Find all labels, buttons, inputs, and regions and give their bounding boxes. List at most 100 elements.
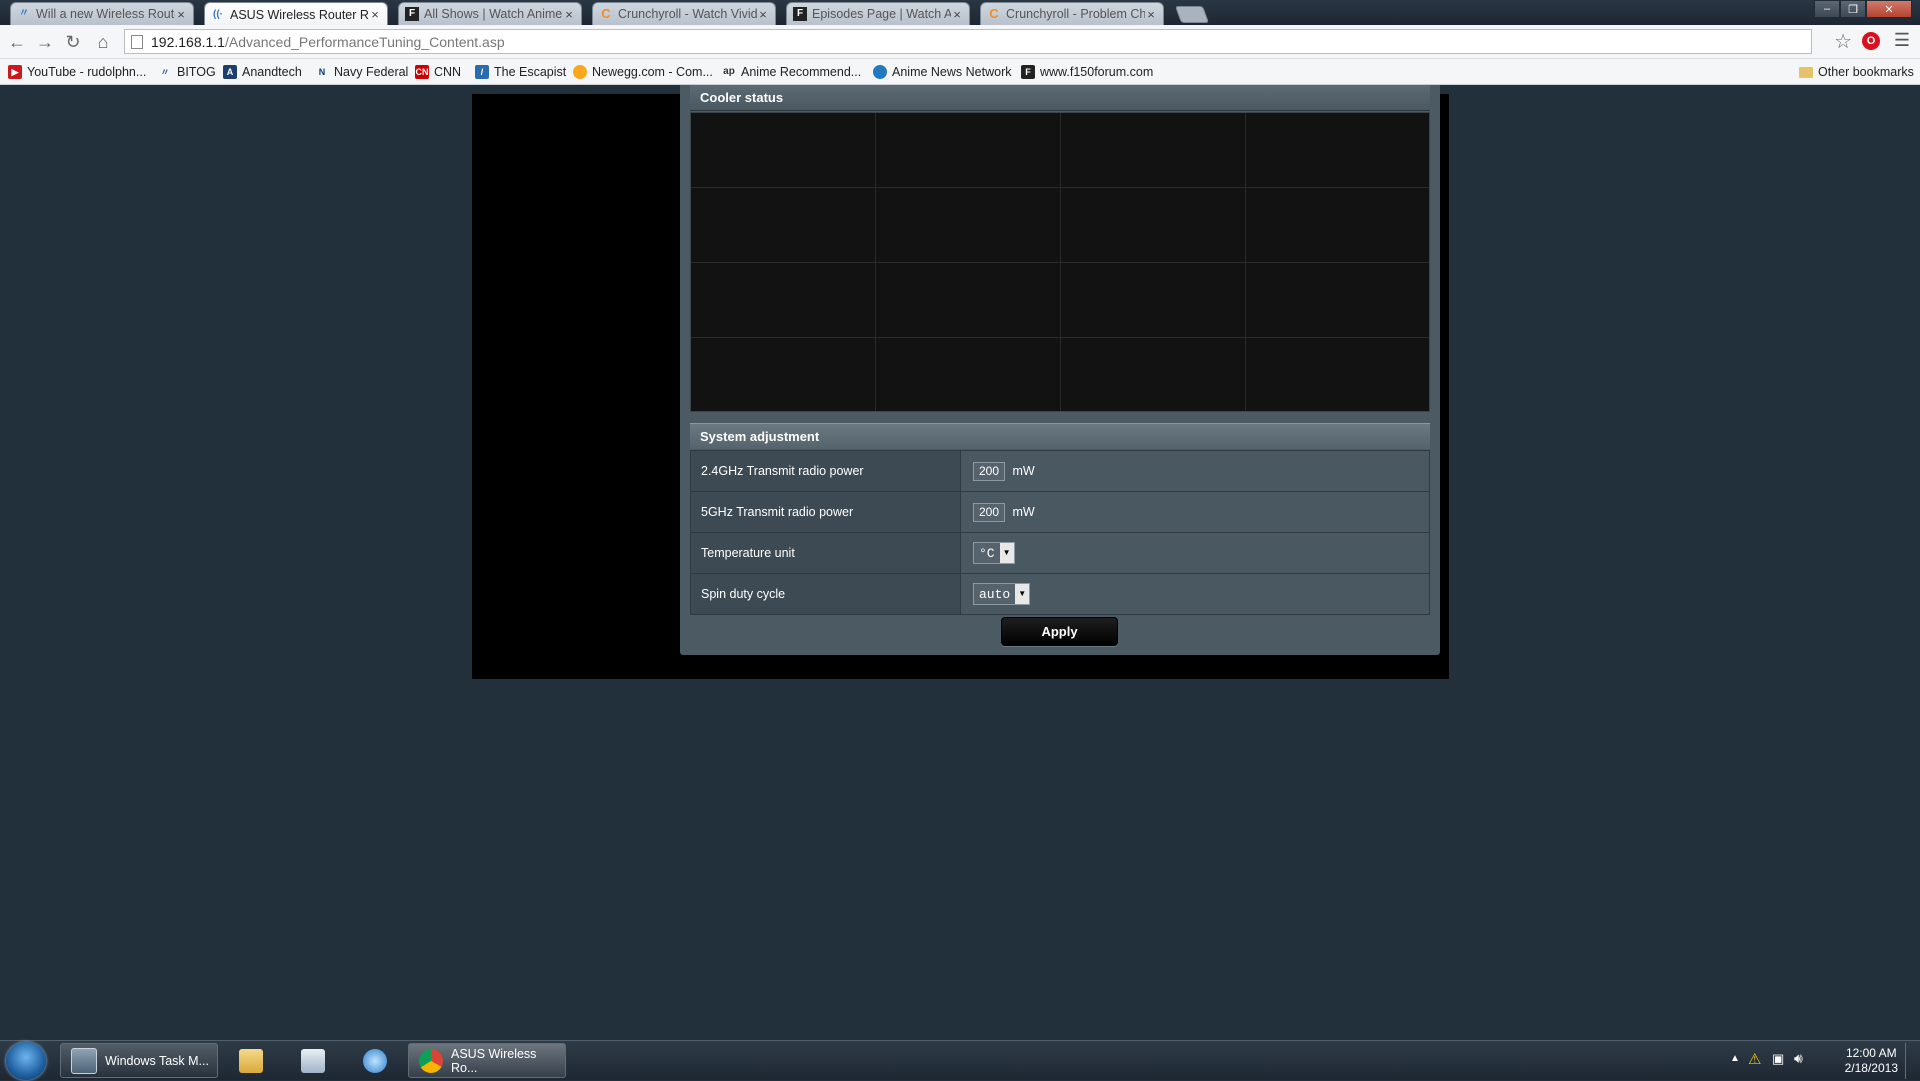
setting-value-cell: auto ▼	[960, 573, 1430, 615]
tab-title: Crunchyroll - Problem Ch	[1006, 7, 1145, 21]
url-host: 192.168.1.1	[151, 33, 225, 50]
browser-toolbar: ← → ↻ ⌂ 192.168.1.1/Advanced_Performance…	[0, 25, 1920, 59]
setting-value-cell: mW	[960, 450, 1430, 492]
bookmark-label: CNN	[434, 65, 462, 79]
crunchyroll-favicon: C	[989, 6, 999, 21]
tab-title: Crunchyroll - Watch Vivid	[618, 7, 757, 21]
close-tab-icon[interactable]: ×	[563, 7, 575, 22]
newegg-icon	[573, 65, 587, 79]
setting-row-24ghz-power: 2.4GHz Transmit radio power mW	[690, 450, 1430, 492]
bookmark-the-escapist[interactable]: / The Escapist	[475, 63, 566, 81]
select-value: auto	[979, 586, 1011, 602]
taskbar-outlook[interactable]	[286, 1043, 340, 1078]
wifi-favicon: ((·	[213, 8, 223, 20]
unit-label: mW	[1012, 464, 1035, 478]
taskbar-explorer[interactable]	[224, 1043, 278, 1078]
maximize-icon[interactable]: ❐	[1840, 0, 1866, 18]
start-button[interactable]	[6, 1042, 46, 1080]
tab-crunchyroll-problem[interactable]: C Crunchyroll - Problem Ch ×	[980, 2, 1164, 25]
ann-icon	[873, 65, 887, 79]
5ghz-power-input[interactable]	[973, 502, 1005, 522]
clock[interactable]: 12:00 AM 2/18/2013	[1845, 1046, 1898, 1076]
back-icon[interactable]: ←	[6, 31, 28, 53]
setting-label: 2.4GHz Transmit radio power	[690, 450, 961, 492]
setting-label: 5GHz Transmit radio power	[690, 491, 961, 533]
bookmark-youtube[interactable]: ▶ YouTube - rudolphn...	[8, 63, 146, 81]
bookmark-newegg[interactable]: Newegg.com - Com...	[573, 63, 713, 81]
escapist-icon: /	[475, 65, 489, 79]
forward-icon[interactable]: →	[34, 31, 56, 53]
taskbar-itunes[interactable]	[348, 1043, 402, 1078]
close-tab-icon[interactable]: ×	[951, 7, 963, 22]
other-bookmarks[interactable]: Other bookmarks	[1799, 63, 1914, 81]
chart-grid	[691, 113, 1429, 411]
itunes-icon	[363, 1048, 387, 1073]
system-adjustment-table: 2.4GHz Transmit radio power mW 5GHz Tran…	[690, 450, 1430, 615]
setting-row-5ghz-power: 5GHz Transmit radio power mW	[690, 491, 1430, 533]
taskbar-task-manager[interactable]: Windows Task M...	[60, 1043, 218, 1078]
extension-icon[interactable]: O	[1862, 32, 1880, 50]
spin-duty-cycle-select[interactable]: auto ▼	[973, 583, 1031, 605]
home-icon[interactable]: ⌂	[92, 31, 114, 53]
address-bar[interactable]: 192.168.1.1/Advanced_PerformanceTuning_C…	[124, 29, 1812, 54]
close-window-icon[interactable]: ✕	[1866, 0, 1912, 18]
tab-title: Will a new Wireless Router	[36, 7, 175, 21]
youtube-icon: ▶	[8, 65, 22, 79]
warning-icon[interactable]: ⚠	[1748, 1050, 1761, 1068]
content-panel: Cooler status System adjustment 2.4GHz T…	[680, 85, 1440, 655]
close-tab-icon[interactable]: ×	[369, 7, 381, 22]
tray-expand-icon[interactable]: ▲	[1730, 1053, 1740, 1064]
temperature-unit-select[interactable]: °C ▼	[973, 542, 1015, 564]
bookmark-anime-news-network[interactable]: Anime News Network	[873, 63, 1011, 81]
folder-icon	[1799, 66, 1813, 78]
taskbar-chrome[interactable]: ASUS Wireless Ro...	[408, 1043, 566, 1078]
ap-icon: ap	[723, 66, 735, 77]
24ghz-power-input[interactable]	[973, 461, 1005, 481]
setting-label: Temperature unit	[690, 532, 961, 574]
tab-will-a-new-wireless-router[interactable]: 〃 Will a new Wireless Router ×	[10, 2, 194, 25]
anandtech-icon: A	[223, 65, 237, 79]
close-tab-icon[interactable]: ×	[1145, 7, 1157, 22]
tab-asus-wireless-router[interactable]: ((· ASUS Wireless Router RT-N ×	[204, 2, 388, 26]
close-tab-icon[interactable]: ×	[757, 7, 769, 22]
tab-title: Episodes Page | Watch An	[812, 7, 951, 21]
bookmark-anime-recommend[interactable]: ap Anime Recommend...	[722, 63, 861, 81]
page-icon	[131, 34, 143, 49]
clock-time: 12:00 AM	[1845, 1046, 1897, 1060]
network-icon[interactable]: ▣	[1772, 1051, 1784, 1067]
bookmark-label: Anandtech	[242, 65, 302, 79]
bookmark-bitog[interactable]: 〃 BITOG	[158, 63, 216, 81]
url-path: /Advanced_PerformanceTuning_Content.asp	[224, 33, 505, 50]
bookmark-anandtech[interactable]: A Anandtech	[223, 63, 302, 81]
bookmark-navy-federal[interactable]: N Navy Federal	[315, 63, 409, 81]
bookmark-label: Anime Recommend...	[741, 65, 862, 79]
minimize-icon[interactable]: –	[1814, 0, 1840, 18]
new-tab-button[interactable]	[1174, 6, 1210, 23]
close-tab-icon[interactable]: ×	[175, 7, 187, 22]
volume-icon[interactable]: 🔊︎	[1794, 1050, 1803, 1067]
tab-episodes-page[interactable]: F Episodes Page | Watch An ×	[786, 2, 970, 25]
bookmark-label: Newegg.com - Com...	[592, 65, 713, 79]
bookmark-cnn[interactable]: CN CNN	[415, 63, 461, 81]
chrome-icon	[419, 1048, 443, 1073]
other-bookmarks-label: Other bookmarks	[1818, 65, 1914, 79]
system-adjustment-header: System adjustment	[690, 423, 1430, 449]
select-value: °C	[979, 545, 995, 561]
task-label: ASUS Wireless Ro...	[451, 1046, 537, 1075]
show-desktop-button[interactable]	[1905, 1043, 1920, 1079]
f-favicon: F	[405, 7, 419, 21]
bookmark-label: Anime News Network	[892, 65, 1012, 79]
bookmark-label: The Escapist	[494, 65, 567, 79]
setting-row-spin-duty-cycle: Spin duty cycle auto ▼	[690, 573, 1430, 615]
bookmark-star-icon[interactable]: ☆	[1834, 29, 1852, 54]
setting-value-cell: mW	[960, 491, 1430, 533]
navy-federal-icon: N	[318, 67, 326, 77]
menu-icon[interactable]: ☰	[1894, 30, 1910, 51]
bookmark-label: YouTube - rudolphn...	[27, 65, 147, 79]
bookmark-f150forum[interactable]: F www.f150forum.com	[1021, 63, 1153, 81]
reload-icon[interactable]: ↻	[62, 31, 84, 53]
apply-button[interactable]: Apply	[1001, 617, 1118, 646]
tab-all-shows[interactable]: F All Shows | Watch Anime ×	[398, 2, 582, 25]
bookmark-label: BITOG	[177, 65, 216, 79]
tab-crunchyroll-watch[interactable]: C Crunchyroll - Watch Vivid ×	[592, 2, 776, 25]
